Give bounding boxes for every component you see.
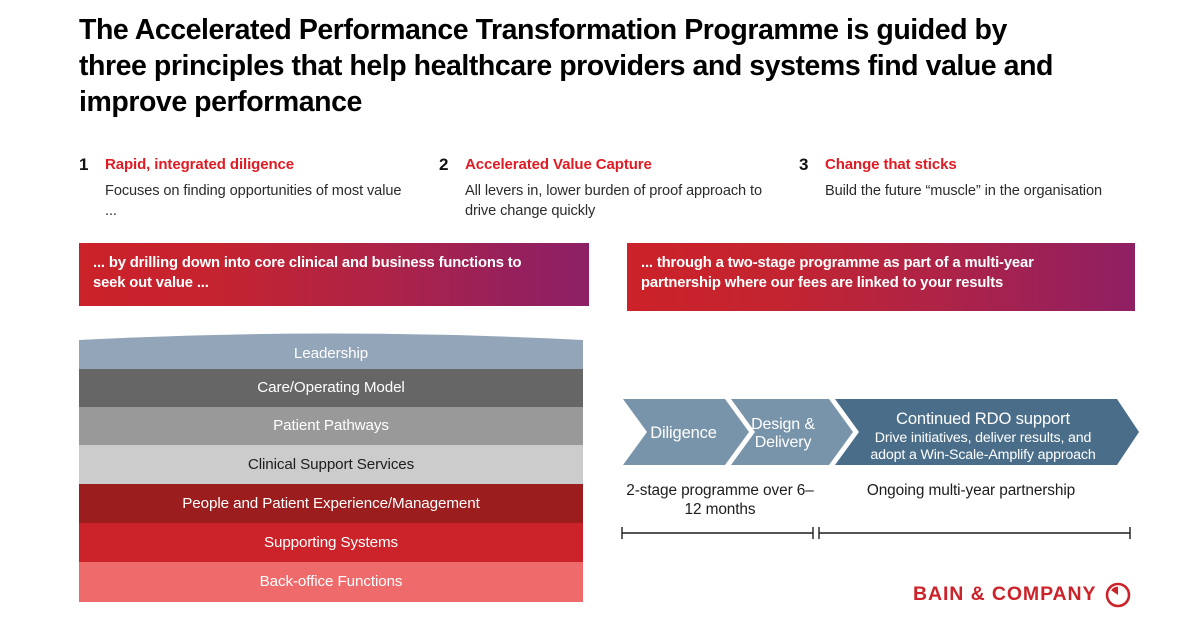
- banner-drilling-down: ... by drilling down into core clinical …: [79, 243, 589, 306]
- chevron-rdo-line1: Drive initiatives, deliver results, and: [874, 429, 1092, 446]
- stack-band-label: Supporting Systems: [263, 533, 399, 551]
- stack-band-label: Leadership: [293, 344, 369, 362]
- principle-3-number: 3: [799, 155, 809, 174]
- stack-band-label: Care/Operating Model: [257, 379, 405, 397]
- caption-two-stage-programme: 2-stage programme over 6–12 months: [626, 482, 814, 519]
- banner-right-text: ... through a two-stage programme as par…: [641, 255, 1034, 291]
- bain-wordmark: BAIN & COMPANY: [913, 583, 1097, 606]
- stack-band-label: Clinical Support Services: [247, 455, 415, 473]
- bain-logo: BAIN & COMPANY: [913, 581, 1131, 609]
- principle-1-body: Focuses on finding opportunities of most…: [105, 183, 402, 219]
- bracket-right: [818, 527, 1131, 539]
- timeline-brackets: [621, 524, 1133, 540]
- value-areas-stack: Leadership Care/Operating Model Patient Pa…: [79, 331, 583, 602]
- stack-band: Leadership: [79, 331, 583, 369]
- stack-band: Clinical Support Services: [79, 445, 583, 484]
- principle-1-heading: Rapid, integrated diligence: [105, 156, 294, 173]
- page-title: The Accelerated Performance Transformati…: [79, 14, 1053, 119]
- chevron-design-delivery-label: Design & Delivery: [751, 416, 815, 452]
- principle-2-number: 2: [439, 155, 449, 174]
- chevron-diligence-label: Diligence: [650, 424, 717, 442]
- stack-band: Care/Operating Model: [79, 369, 583, 407]
- principle-3-heading: Change that sticks: [825, 156, 957, 173]
- principle-2-body: All levers in, lower burden of proof app…: [465, 183, 762, 219]
- stack-band: Supporting Systems: [79, 523, 583, 562]
- timeline-brackets-svg: [621, 527, 1131, 539]
- banner-two-stage-programme: ... through a two-stage programme as par…: [627, 243, 1135, 311]
- stack-band-label: People and Patient Experience/Management: [182, 494, 480, 512]
- bracket-left: [621, 527, 814, 539]
- principle-2-heading: Accelerated Value Capture: [465, 156, 652, 173]
- caption-ongoing-partnership: Ongoing multi-year partnership: [866, 482, 1076, 499]
- chevron-continued-rdo-label: Continued RDO support Drive initiatives,…: [838, 409, 1128, 464]
- stack-band: People and Patient Experience/Management: [79, 484, 583, 523]
- stack-band: Patient Pathways: [79, 407, 583, 445]
- stack-band-label: Patient Pathways: [273, 417, 389, 435]
- stack-band-label: Back-office Functions: [259, 573, 403, 591]
- principle-1-number: 1: [79, 155, 89, 174]
- bain-circle-wedge-icon: [1106, 582, 1131, 608]
- stack-band: Back-office Functions: [79, 562, 583, 602]
- principle-3-body: Build the future “muscle” in the organis…: [825, 183, 1102, 199]
- chevron-rdo-line2: adopt a Win-Scale-Amplify approach: [870, 446, 1096, 463]
- chevron-rdo-title: Continued RDO support: [896, 409, 1070, 428]
- banner-left-text: ... by drilling down into core clinical …: [93, 255, 522, 291]
